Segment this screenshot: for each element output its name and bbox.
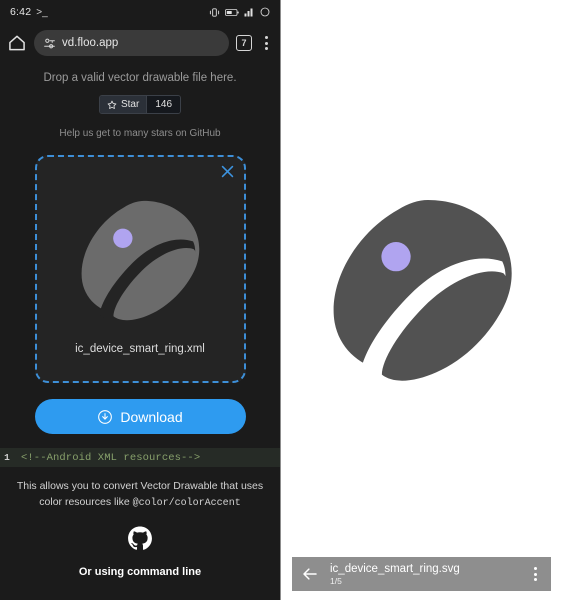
status-bar-left: 6:42 >_ (10, 6, 48, 18)
smart-ring-preview-dark (81, 200, 200, 321)
download-circle-icon (98, 409, 113, 424)
status-bar-right (209, 7, 270, 18)
menu-dot (264, 36, 268, 39)
file-name-label: ic_device_smart_ring.xml (75, 343, 205, 355)
description-text: This allows you to convert Vector Drawab… (0, 478, 280, 512)
menu-dot (533, 572, 537, 576)
omnibox[interactable]: vd.floo.app (34, 30, 229, 56)
download-wrap: Download (14, 399, 266, 434)
vibrate-icon (209, 7, 220, 17)
preview-file-title: ic_device_smart_ring.svg (330, 562, 460, 575)
menu-dot (533, 567, 537, 570)
github-star-button[interactable]: Star 146 (98, 95, 182, 114)
file-drop-card[interactable]: ic_device_smart_ring.xml (34, 155, 246, 383)
home-icon[interactable] (7, 33, 27, 53)
status-time: 6:42 (10, 6, 32, 18)
browser-toolbar: vd.floo.app 7 (0, 24, 280, 62)
battery-icon (225, 8, 239, 16)
overflow-menu-icon[interactable] (259, 34, 273, 52)
menu-dot (264, 47, 268, 50)
help-text: Help us get to many stars on GitHub (59, 128, 221, 139)
star-button-left[interactable]: Star (99, 96, 147, 113)
signal-icon (244, 8, 253, 17)
tab-switcher-button[interactable]: 7 (236, 35, 252, 51)
github-icon[interactable] (127, 526, 153, 552)
code-line-text: <!--Android XML resources--> (21, 451, 201, 464)
smart-ring-preview-light (333, 200, 512, 382)
status-bar: 6:42 >_ (0, 0, 280, 24)
star-count[interactable]: 146 (146, 96, 181, 113)
circle-icon (260, 7, 270, 17)
preview-page-indicator: 1/5 (330, 575, 342, 586)
page-content: Drop a valid vector drawable file here. … (0, 72, 280, 434)
browser-panel: 6:42 >_ vd.floo.app 7 Drop a valid vecto… (0, 0, 281, 600)
url-text: vd.floo.app (62, 37, 119, 49)
svg-preview-panel: ic_device_smart_ring.svg 1/5 (281, 0, 562, 600)
drop-hint-text: Drop a valid vector drawable file here. (43, 72, 237, 84)
color-resource-token: @color/colorAccent (132, 498, 241, 510)
menu-dot (533, 578, 537, 581)
github-link-wrap[interactable] (0, 526, 280, 552)
download-button[interactable]: Download (34, 399, 246, 434)
back-arrow-icon[interactable] (301, 565, 319, 583)
download-label: Download (120, 408, 183, 425)
star-icon (107, 100, 117, 109)
preview-bottom-bar: ic_device_smart_ring.svg 1/5 (292, 557, 551, 591)
description-line-2-prefix: resources like (64, 496, 133, 509)
preview-overflow-menu-icon[interactable] (528, 565, 542, 583)
shell-icon: >_ (36, 6, 48, 18)
command-line-heading: Or using command line (78, 565, 202, 578)
code-snippet-line: 1 <!--Android XML resources--> (0, 448, 280, 467)
screenshot-root: 6:42 >_ vd.floo.app 7 Drop a valid vecto… (0, 0, 562, 600)
site-settings-icon (44, 38, 55, 48)
close-icon[interactable] (219, 163, 236, 180)
star-row: Star 146 (14, 95, 266, 114)
star-label: Star (120, 99, 140, 110)
file-card-wrap: ic_device_smart_ring.xml (14, 155, 266, 383)
menu-dot (264, 41, 268, 45)
preview-meta: ic_device_smart_ring.svg 1/5 (330, 563, 460, 586)
code-line-number: 1 (4, 452, 10, 463)
